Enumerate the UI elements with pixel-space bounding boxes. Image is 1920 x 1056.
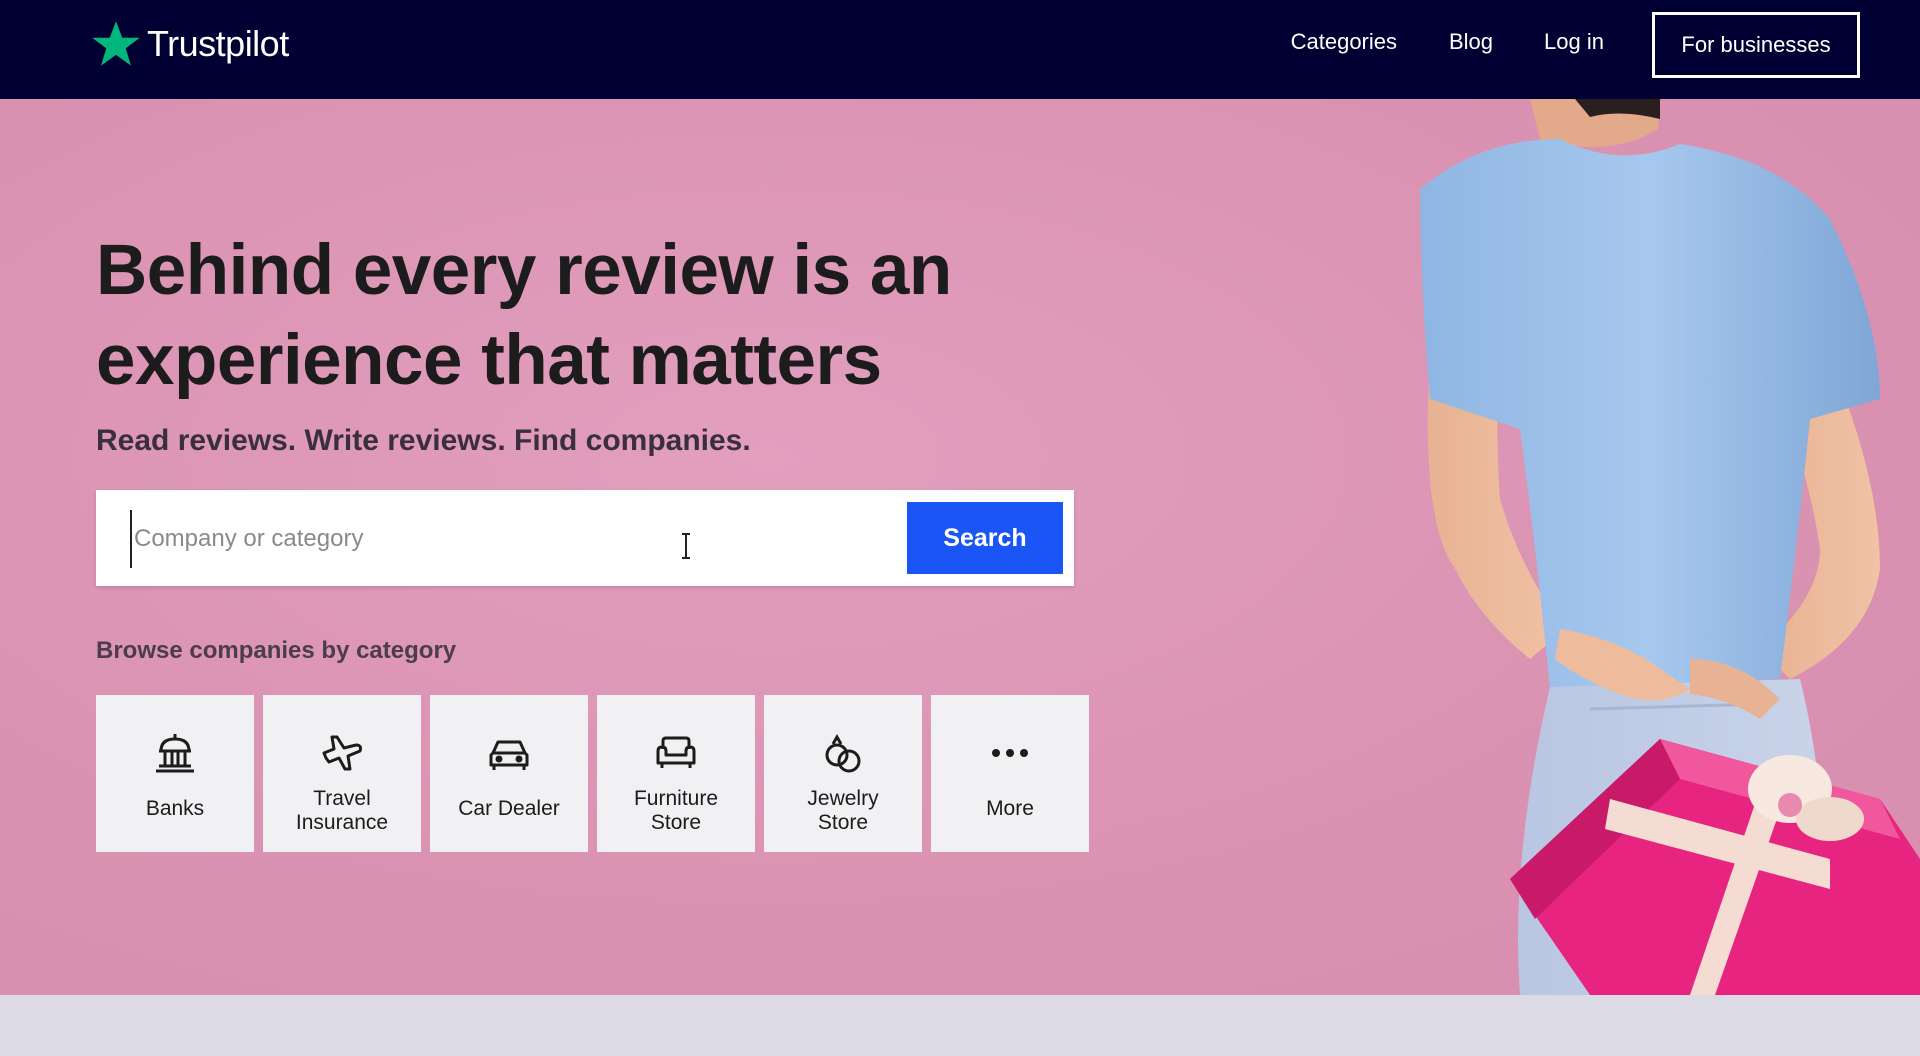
category-label: Car Dealer <box>458 797 560 820</box>
category-card-jewelry-store[interactable]: Jewelry Store <box>764 695 922 852</box>
sofa-icon <box>654 731 698 775</box>
category-card-car-dealer[interactable]: Car Dealer <box>430 695 588 852</box>
car-icon <box>487 731 531 775</box>
category-card-banks[interactable]: Banks <box>96 695 254 852</box>
category-label: Travel Insurance <box>295 787 389 834</box>
category-label: Furniture Store <box>633 787 719 834</box>
hero-title: Behind every review is an experience tha… <box>96 231 952 400</box>
category-label: Banks <box>145 797 205 820</box>
browse-categories-label: Browse companies by category <box>96 637 457 664</box>
search-button[interactable]: Search <box>907 502 1063 574</box>
more-dots-icon <box>988 731 1032 775</box>
bank-icon <box>153 731 197 775</box>
nav-categories-link[interactable]: Categories <box>1291 29 1397 55</box>
text-cursor-icon <box>682 533 690 559</box>
search-input[interactable] <box>130 510 836 568</box>
rings-icon <box>821 731 865 775</box>
nav-blog-link[interactable]: Blog <box>1449 29 1493 55</box>
trustpilot-logo[interactable]: Trustpilot <box>89 16 289 72</box>
logo-text: Trustpilot <box>147 23 289 64</box>
for-businesses-button[interactable]: For businesses <box>1652 12 1860 78</box>
hero-section: Behind every review is an experience tha… <box>0 99 1920 995</box>
category-card-more[interactable]: More <box>931 695 1089 852</box>
airplane-icon <box>320 731 364 775</box>
category-card-furniture-store[interactable]: Furniture Store <box>597 695 755 852</box>
hero-subtitle: Read reviews. Write reviews. Find compan… <box>96 424 751 457</box>
category-label: More <box>986 797 1034 820</box>
category-card-travel-insurance[interactable]: Travel Insurance <box>263 695 421 852</box>
search-box: Search <box>96 490 1074 586</box>
nav-login-link[interactable]: Log in <box>1544 29 1604 55</box>
star-icon <box>89 18 143 70</box>
site-header: Trustpilot Categories Blog Log in For bu… <box>0 0 1920 99</box>
category-label: Jewelry Store <box>807 787 879 834</box>
hero-photo <box>1420 99 1920 995</box>
